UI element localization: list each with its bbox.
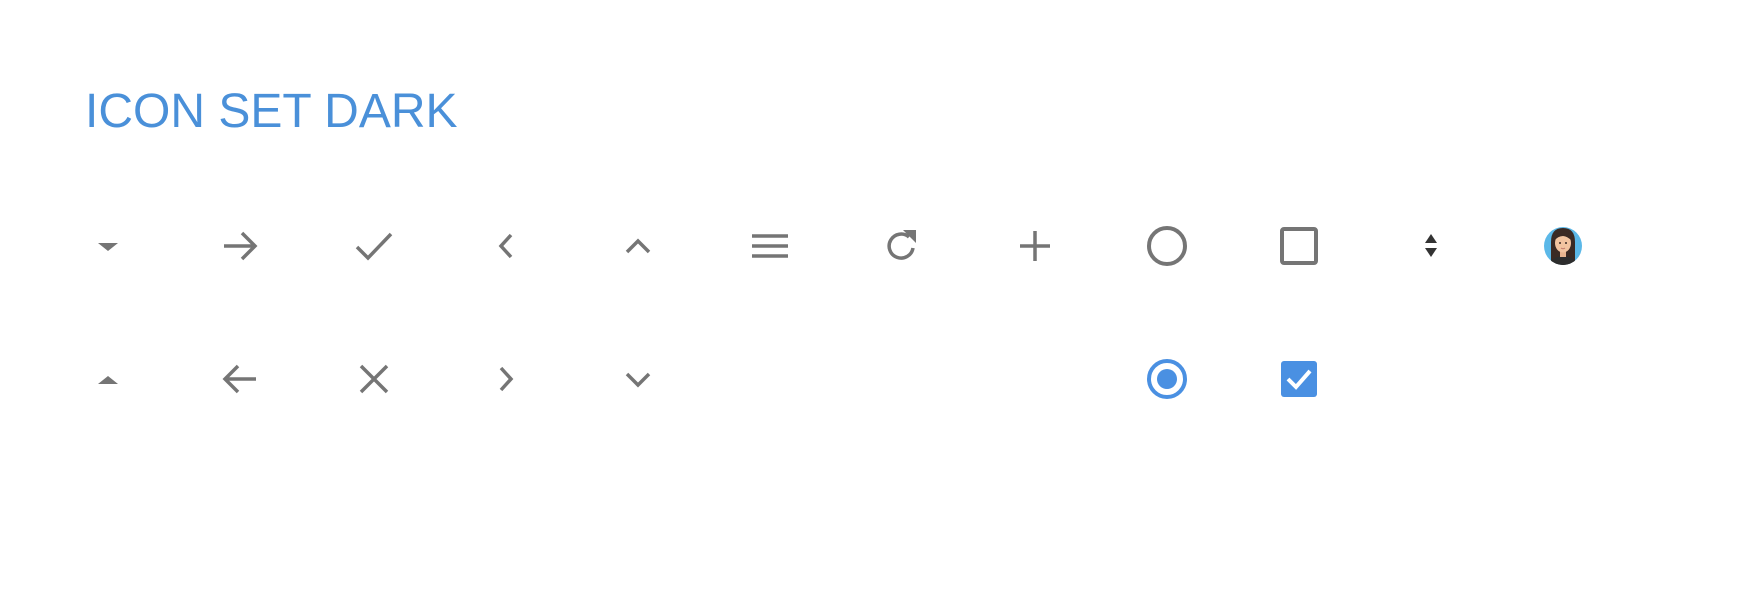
caret-down-icon[interactable] — [86, 224, 130, 268]
radio-unchecked-icon[interactable] — [1145, 224, 1189, 268]
chevron-left-icon[interactable] — [484, 224, 528, 268]
plus-icon[interactable] — [1013, 224, 1057, 268]
checkbox-unchecked-icon[interactable] — [1277, 224, 1321, 268]
hamburger-menu-icon[interactable] — [748, 224, 792, 268]
close-x-icon[interactable] — [352, 357, 396, 401]
page-title: ICON SET DARK — [85, 85, 458, 138]
radio-checked-icon[interactable] — [1145, 357, 1189, 401]
chevron-up-icon[interactable] — [616, 224, 660, 268]
checkmark-icon[interactable] — [352, 224, 396, 268]
refresh-icon[interactable] — [880, 224, 924, 268]
checkbox-checked-icon[interactable] — [1277, 357, 1321, 401]
chevron-down-icon[interactable] — [616, 357, 660, 401]
caret-up-icon[interactable] — [86, 357, 130, 401]
arrow-right-icon[interactable] — [218, 224, 262, 268]
avatar-icon[interactable] — [1541, 224, 1585, 268]
chevron-right-icon[interactable] — [484, 357, 528, 401]
sort-up-down-icon[interactable] — [1409, 224, 1453, 268]
arrow-left-icon[interactable] — [218, 357, 262, 401]
